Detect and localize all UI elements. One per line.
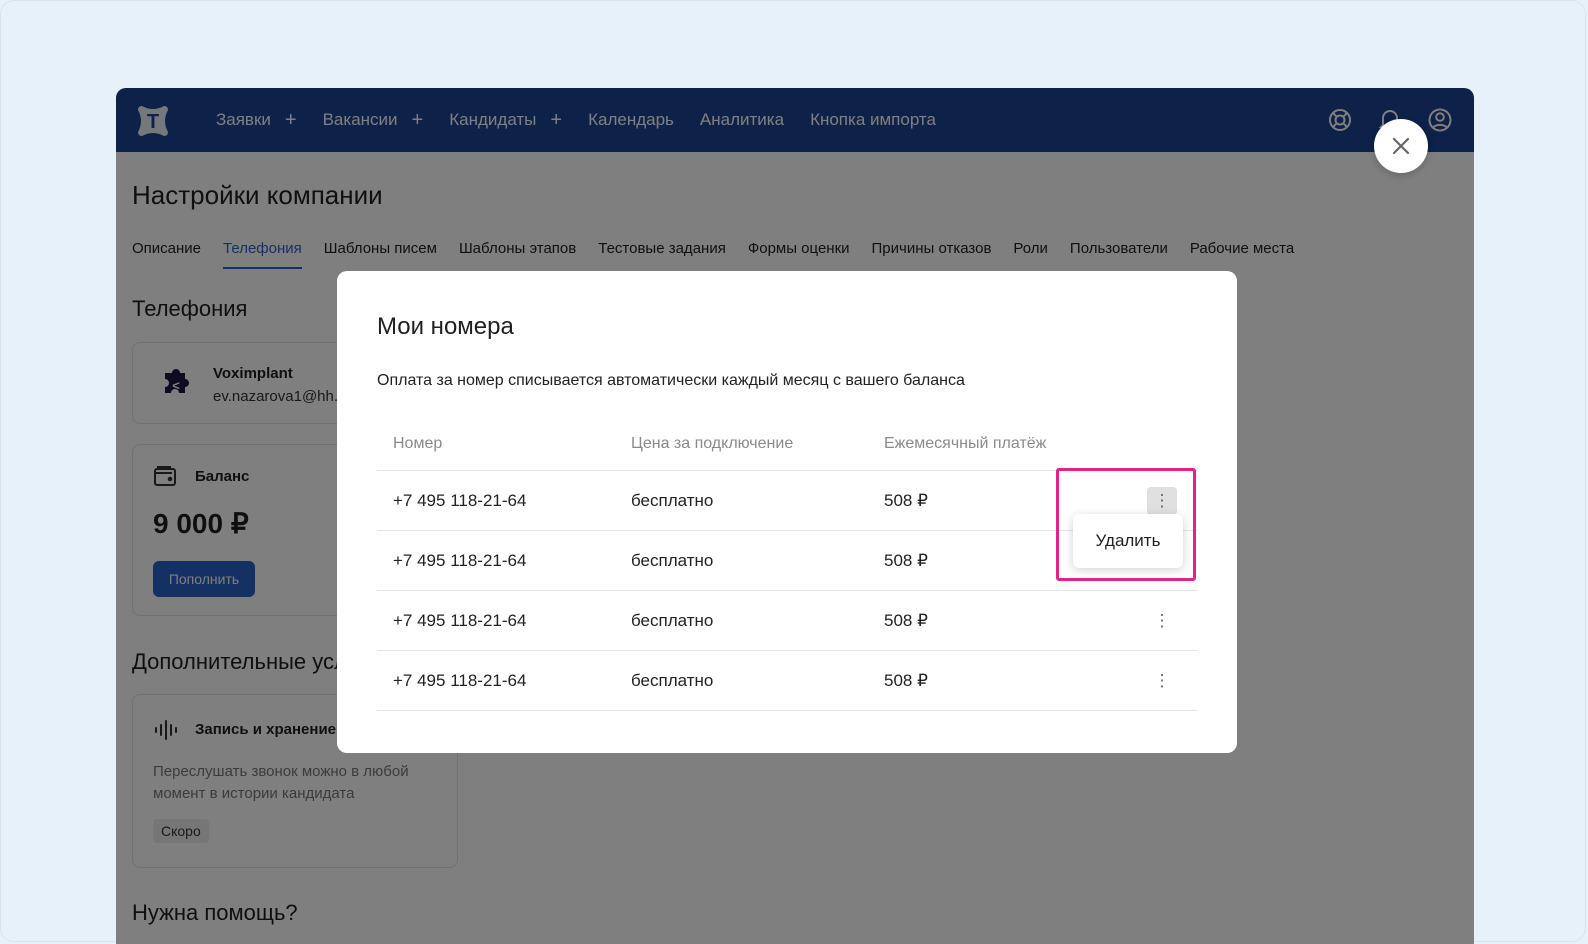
monthly-payment: 508 ₽ (884, 610, 928, 630)
more-options-icon[interactable]: ⋮ (1147, 607, 1177, 635)
connection-price: бесплатно (631, 550, 714, 570)
connection-price: бесплатно (631, 610, 714, 630)
monthly-payment: 508 ₽ (884, 670, 928, 690)
more-options-icon[interactable]: ⋮ (1147, 667, 1177, 695)
phone-number: +7 495 118-21-64 (393, 490, 527, 510)
table-row: +7 495 118-21-64 бесплатно 508 ₽ ⋮ (377, 651, 1197, 711)
column-header-monthly: Ежемесячный платёж (884, 434, 1047, 452)
column-header-price: Цена за подключение (631, 434, 794, 452)
connection-price: бесплатно (631, 670, 714, 690)
column-header-number: Номер (393, 434, 443, 452)
delete-menu-item[interactable]: Удалить (1096, 531, 1161, 551)
monthly-payment: 508 ₽ (884, 490, 928, 510)
connection-price: бесплатно (631, 490, 714, 510)
my-numbers-modal: Мои номера Оплата за номер списывается а… (337, 271, 1237, 753)
close-modal-button[interactable] (1374, 119, 1428, 173)
phone-number: +7 495 118-21-64 (393, 610, 527, 630)
table-header: Номер Цена за подключение Ежемесячный пл… (377, 417, 1197, 471)
close-icon (1392, 137, 1410, 155)
phone-number: +7 495 118-21-64 (393, 670, 527, 690)
phone-number: +7 495 118-21-64 (393, 550, 527, 570)
modal-title: Мои номера (377, 313, 514, 340)
more-options-icon[interactable]: ⋮ (1147, 486, 1177, 515)
table-row: +7 495 118-21-64 бесплатно 508 ₽ ⋮ (377, 591, 1197, 651)
modal-description: Оплата за номер списывается автоматическ… (377, 372, 965, 389)
row-actions-menu: Удалить (1073, 514, 1183, 568)
